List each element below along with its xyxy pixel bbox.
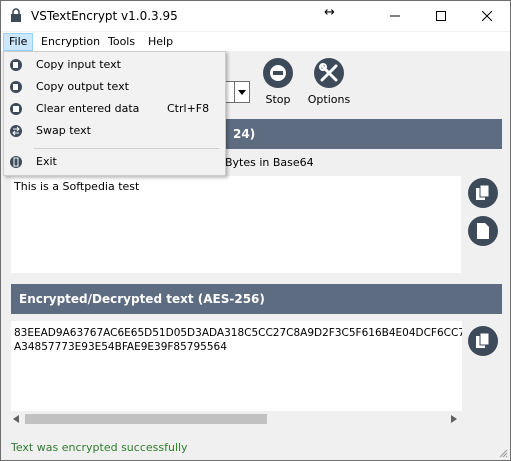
maximize-icon	[436, 11, 446, 21]
output-panel-title: Encrypted/Decrypted text (AES-256)	[19, 292, 265, 306]
menu-item-label: Exit	[36, 155, 57, 168]
resize-cursor-icon: ↔	[324, 5, 335, 20]
scrollbar-thumb[interactable]	[25, 414, 267, 424]
menu-tools[interactable]: Tools	[103, 34, 140, 50]
status-message: Text was encrypted successfully	[11, 441, 188, 454]
menu-item-shortcut: Ctrl+F8	[167, 102, 210, 115]
input-text-value: This is a Softpedia test	[14, 180, 140, 193]
output-text-line-1: 83EEAD9A63767AC6E65D51D05D3ADA318C5CC27C…	[14, 327, 462, 339]
menu-encryption[interactable]: Encryption	[36, 34, 105, 50]
menu-file[interactable]: File	[3, 33, 34, 51]
menu-item-exit[interactable]: Exit	[4, 152, 225, 172]
menu-item-swap-text[interactable]: Swap text	[4, 121, 225, 141]
scroll-left-icon[interactable]	[13, 415, 19, 423]
window-title: VSTextEncrypt v1.0.3.95	[31, 9, 178, 23]
menu-item-label: Copy output text	[36, 80, 129, 93]
menu-item-label: Copy input text	[36, 58, 121, 71]
close-icon	[482, 11, 492, 21]
menu-item-clear-data[interactable]: Clear entered data Ctrl+F8	[4, 99, 225, 119]
key-size-info: Bytes in Base64	[225, 156, 314, 169]
menu-item-label: Clear entered data	[36, 102, 140, 115]
horizontal-scrollbar[interactable]	[11, 411, 462, 427]
stop-icon	[263, 58, 293, 88]
copy-output-button[interactable]	[468, 326, 498, 356]
chevron-down-icon	[238, 89, 246, 95]
maximize-button[interactable]	[418, 1, 464, 31]
menu-item-label: Swap text	[36, 124, 91, 137]
copy-icon	[476, 185, 490, 200]
input-panel-header-text: 24)	[233, 127, 256, 141]
scroll-right-icon[interactable]	[451, 415, 457, 423]
title-bar[interactable]: VSTextEncrypt v1.0.3.95 ↔	[1, 1, 510, 31]
resize-grip-icon[interactable]	[498, 448, 508, 458]
minimize-icon	[390, 15, 400, 17]
new-document-button[interactable]	[468, 216, 498, 246]
swap-icon	[10, 125, 22, 137]
options-tools-icon	[314, 58, 344, 88]
menu-bar: File Encryption Tools Help	[1, 32, 510, 51]
input-text-area[interactable]: This is a Softpedia test	[11, 176, 461, 273]
options-button[interactable]: Options	[298, 58, 360, 112]
menu-help[interactable]: Help	[143, 34, 178, 50]
output-text-area[interactable]: 83EEAD9A63767AC6E65D51D05D3ADA318C5CC27C…	[11, 321, 462, 411]
menu-item-copy-input[interactable]: Copy input text	[4, 55, 225, 75]
menu-item-copy-output[interactable]: Copy output text	[4, 77, 225, 97]
output-text-line-2: A34857773E93E54BFAE9E39F85795564	[14, 341, 227, 353]
document-icon	[477, 223, 489, 239]
clear-icon	[10, 103, 22, 115]
output-panel-header: Encrypted/Decrypted text (AES-256)	[11, 284, 502, 314]
menu-separator	[34, 148, 219, 149]
close-button[interactable]	[464, 1, 510, 31]
copy-icon	[10, 81, 22, 93]
exit-icon	[10, 156, 22, 168]
app-lock-icon	[11, 8, 21, 22]
options-label: Options	[307, 93, 351, 106]
copy-icon	[476, 333, 490, 348]
app-window: VSTextEncrypt v1.0.3.95 ↔ File Encryptio…	[0, 0, 511, 461]
minimize-button[interactable]	[372, 1, 418, 31]
copy-icon	[10, 59, 22, 71]
file-menu-dropdown: Copy input text Copy output text Clear e…	[3, 51, 226, 176]
copy-input-button[interactable]	[468, 178, 498, 208]
